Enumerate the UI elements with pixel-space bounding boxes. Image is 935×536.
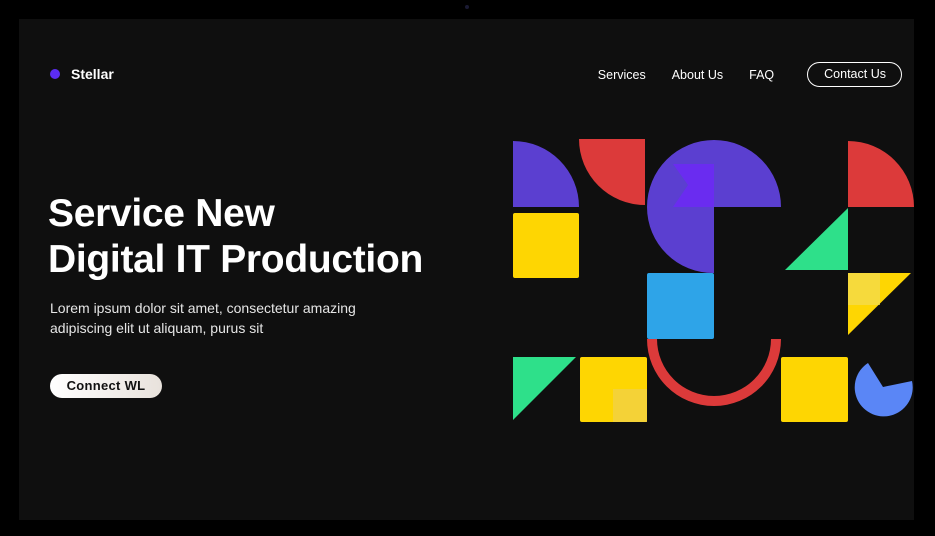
yellow-square-left <box>513 213 579 278</box>
nav-link-about-us[interactable]: About Us <box>672 68 723 82</box>
main-nav: Services About Us FAQ Contact Us <box>598 62 902 87</box>
nav-link-faq[interactable]: FAQ <box>749 68 774 82</box>
blue-pie-shape <box>854 363 913 417</box>
green-triangle-right <box>785 208 848 270</box>
purple-quarter-circle <box>513 141 579 207</box>
brand-logo[interactable]: Stellar <box>50 66 114 82</box>
nav-link-services[interactable]: Services <box>598 68 646 82</box>
hero-description-line-1: Lorem ipsum dolor sit amet, consectetur … <box>50 300 356 316</box>
red-quarter-circle-right <box>848 141 914 207</box>
hero-description: Lorem ipsum dolor sit amet, consectetur … <box>50 298 430 338</box>
red-quarter-circle <box>579 139 645 205</box>
connect-button[interactable]: Connect WL <box>50 374 162 398</box>
yellow-highlight-bottom <box>613 389 647 422</box>
yellow-square-bottom-right <box>781 357 848 422</box>
yellow-highlight-right <box>848 273 880 305</box>
red-arc <box>647 339 781 406</box>
green-triangle-left <box>513 357 576 420</box>
camera-dot <box>465 5 469 9</box>
brand-name: Stellar <box>71 66 114 82</box>
device-frame: Stellar Services About Us FAQ Contact Us… <box>0 0 935 536</box>
hero-title: Service New Digital IT Production <box>48 191 423 283</box>
hero-title-line-1: Service New <box>48 192 275 235</box>
landing-page: Stellar Services About Us FAQ Contact Us… <box>19 19 914 520</box>
hero-description-line-2: adipiscing elit ut aliquam, purus sit <box>50 320 264 336</box>
blue-square <box>647 273 714 339</box>
logo-dot-icon <box>50 69 60 79</box>
geometric-illustration <box>513 139 914 422</box>
contact-us-button[interactable]: Contact Us <box>807 62 902 87</box>
hero-title-line-2: Digital IT Production <box>48 238 424 281</box>
